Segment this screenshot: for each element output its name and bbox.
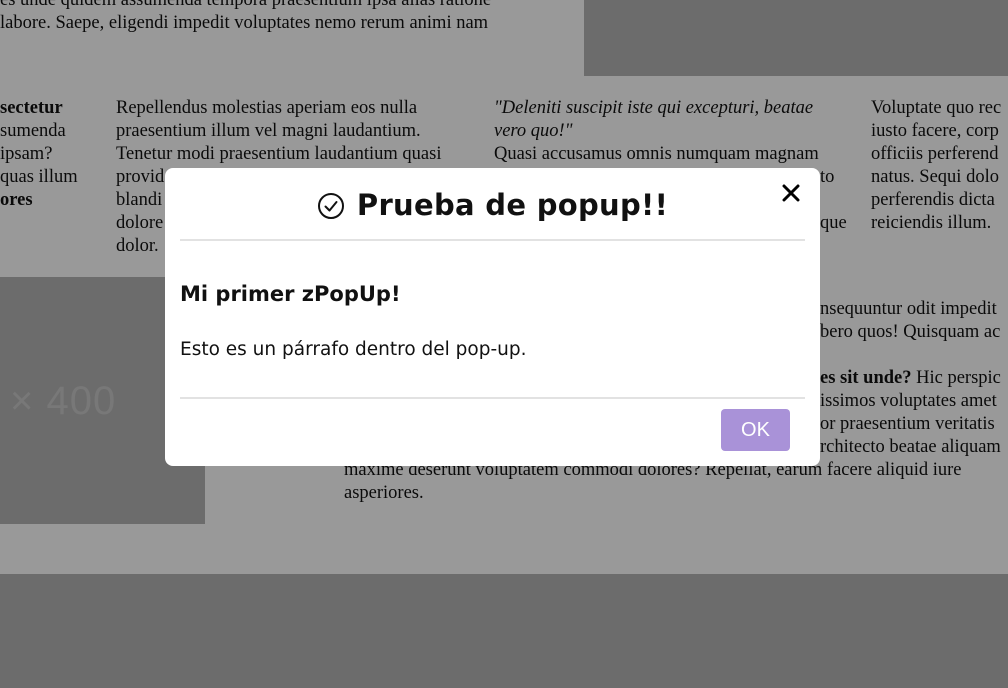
check-circle-icon [317,192,345,227]
popup-paragraph: Esto es un párrafo dentro del pop-up. [180,339,527,360]
close-button[interactable] [778,182,804,208]
popup-dialog: Prueba de popup!! Mi primer zPopUp! Esto… [165,168,820,466]
header-divider [180,239,805,241]
footer-divider [180,397,805,399]
popup-header: Prueba de popup!! [165,168,820,240]
popup-title: Prueba de popup!! [165,188,820,227]
popup-subtitle: Mi primer zPopUp! [180,282,401,306]
popup-title-text: Prueba de popup!! [356,188,669,222]
close-icon [782,184,800,206]
ok-button[interactable]: OK [721,409,790,451]
